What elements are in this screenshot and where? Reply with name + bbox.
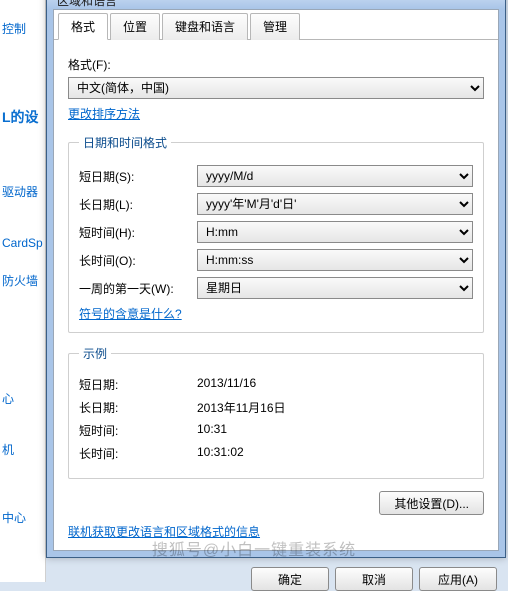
nav-fragment[interactable]: 防火墙 [0,262,45,300]
long-date-label: 长日期(L): [79,196,197,213]
nav-fragment[interactable]: 心 [0,380,45,418]
tab-admin[interactable]: 管理 [250,13,300,40]
long-time-select[interactable]: H:mm:ss [197,249,473,271]
ex-long-time-label: 长时间: [79,445,197,462]
tab-keyboard-language[interactable]: 键盘和语言 [162,13,248,40]
heading-fragment: L的设 [0,96,45,139]
example-group: 示例 短日期: 2013/11/16 长日期: 2013年11月16日 短时间:… [68,345,484,479]
ex-long-time-value: 10:31:02 [197,445,244,462]
back-fragment: 控制 [0,10,45,48]
short-date-label: 短日期(S): [79,168,197,185]
cancel-button[interactable]: 取消 [335,567,413,591]
long-date-select[interactable]: yyyy'年'M'月'd'日' [197,193,473,215]
ex-short-time-label: 短时间: [79,422,197,439]
date-time-format-legend: 日期和时间格式 [79,134,171,151]
change-sort-link[interactable]: 更改排序方法 [68,105,140,122]
nav-fragment[interactable]: 中心 [0,499,45,537]
long-time-label: 长时间(O): [79,252,197,269]
dialog-button-row: 确定 取消 应用(A) [251,561,497,591]
tab-strip: 格式 位置 键盘和语言 管理 [54,10,498,40]
format-select[interactable]: 中文(简体，中国) [68,77,484,99]
ok-button[interactable]: 确定 [251,567,329,591]
first-dow-select[interactable]: 星期日 [197,277,473,299]
short-date-select[interactable]: yyyy/M/d [197,165,473,187]
ex-short-date-label: 短日期: [79,376,197,393]
ex-long-date-value: 2013年11月16日 [197,399,286,416]
window-titlebar: 区域和语言 [47,0,505,9]
date-time-format-group: 日期和时间格式 短日期(S): yyyy/M/d 长日期(L): yyyy'年'… [68,134,484,333]
ex-long-date-label: 长日期: [79,399,197,416]
window-title: 区域和语言 [57,0,117,8]
tab-location[interactable]: 位置 [110,13,160,40]
short-time-label: 短时间(H): [79,224,197,241]
ex-short-date-value: 2013/11/16 [197,376,256,393]
nav-fragment[interactable]: 驱动器 [0,173,45,211]
format-pane: 格式(F): 中文(简体，中国) 更改排序方法 日期和时间格式 短日期(S): … [54,40,498,550]
tab-format[interactable]: 格式 [58,13,108,40]
short-time-select[interactable]: H:mm [197,221,473,243]
online-info-link[interactable]: 联机获取更改语言和区域格式的信息 [68,523,260,540]
example-legend: 示例 [79,345,111,362]
apply-button[interactable]: 应用(A) [419,567,497,591]
nav-fragment[interactable]: 机 [0,431,45,469]
first-dow-label: 一周的第一天(W): [79,280,197,297]
region-language-window: 区域和语言 格式 位置 键盘和语言 管理 格式(F): 中文(简体，中国) 更改… [46,0,506,558]
nav-fragment[interactable]: CardSp [0,224,45,262]
other-settings-button[interactable]: 其他设置(D)... [379,491,484,515]
ex-short-time-value: 10:31 [197,422,227,439]
symbol-meaning-link[interactable]: 符号的含意是什么? [79,305,182,322]
control-panel-left-fragment: 控制 L的设 驱动器 CardSp 防火墙 心 机 中心 [0,0,46,582]
format-label: 格式(F): [68,56,484,73]
